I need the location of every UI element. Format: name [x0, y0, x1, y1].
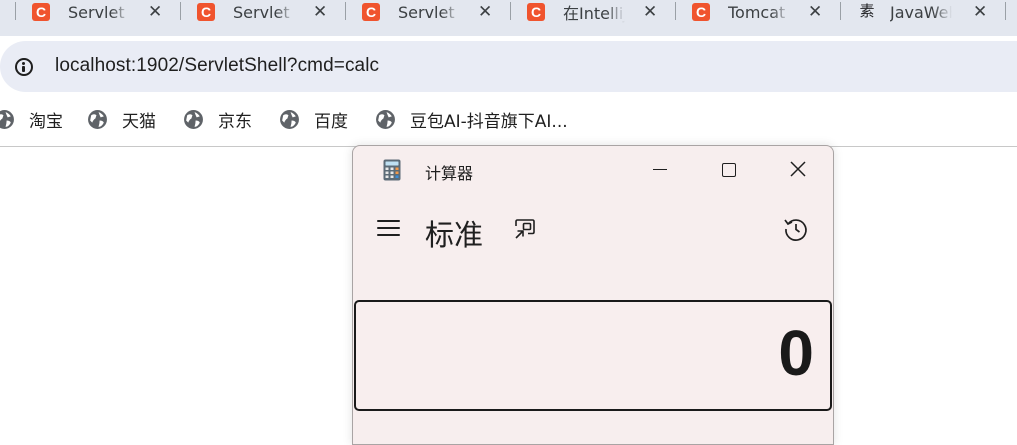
favicon-icon: C	[32, 3, 50, 21]
minimize-button[interactable]	[642, 154, 678, 186]
tab-separator	[510, 2, 511, 20]
tab-title: Servlet	[233, 2, 290, 22]
bookmark-label: 天猫	[122, 111, 156, 132]
tab-javaweb[interactable]: 素 JavaWeb	[858, 0, 952, 24]
tab-separator	[1005, 2, 1006, 20]
favicon-icon: C	[197, 3, 215, 21]
globe-icon	[88, 109, 107, 129]
url-text[interactable]: localhost:1902/ServletShell?cmd=calc	[55, 55, 379, 77]
bookmark-label: 豆包AI-抖音旗下AI...	[410, 111, 568, 132]
close-tab-icon[interactable]: ✕	[643, 0, 657, 24]
favicon-icon: C	[692, 3, 710, 21]
close-tab-icon[interactable]: ✕	[313, 0, 327, 24]
globe-icon	[0, 109, 14, 129]
mode-title: 标准	[425, 218, 484, 252]
tab-tomcat[interactable]: C Tomcat	[692, 0, 790, 24]
globe-icon	[376, 109, 395, 129]
globe-icon	[184, 109, 203, 129]
tab-separator	[180, 2, 181, 20]
close-icon	[790, 161, 806, 177]
favicon-icon: C	[527, 3, 545, 21]
hamburger-line	[377, 227, 400, 229]
hamburger-line	[377, 220, 400, 222]
tab-separator	[675, 2, 676, 20]
tab-separator	[840, 2, 841, 20]
calculator-app-icon	[383, 159, 401, 181]
close-tab-icon[interactable]: ✕	[148, 0, 162, 24]
display-value: 0	[778, 317, 814, 389]
bookmark-baidu[interactable]: 百度	[279, 108, 348, 132]
close-tab-icon[interactable]: ✕	[478, 0, 492, 24]
bookmark-doubao[interactable]: 豆包AI-抖音旗下AI...	[375, 108, 568, 132]
tab-servlet-2[interactable]: C Servlet	[197, 0, 295, 24]
tab-title: 在IntelliJ	[563, 4, 625, 23]
calculator-window: 计算器 标准 0	[352, 145, 834, 445]
site-info-icon[interactable]	[15, 58, 33, 76]
keep-on-top-icon[interactable]	[513, 217, 537, 241]
tab-title: Tomcat	[728, 2, 786, 22]
tab-servlet-1[interactable]: C Servlet	[32, 0, 130, 24]
minimize-icon	[653, 169, 667, 170]
tab-separator	[15, 2, 16, 20]
navigation-menu-button[interactable]	[377, 218, 401, 238]
window-title: 计算器	[425, 164, 474, 183]
bookmarks-bar: 淘宝 天猫 京东 百度 豆包AI-抖音旗下AI...	[0, 100, 1017, 146]
bookmark-tmall[interactable]: 天猫	[87, 108, 156, 132]
result-display: 0	[354, 300, 832, 411]
favicon-icon: 素	[859, 3, 875, 20]
close-window-button[interactable]	[780, 154, 816, 186]
maximize-icon	[722, 163, 736, 177]
history-icon[interactable]	[783, 216, 809, 242]
close-tab-icon[interactable]: ✕	[808, 0, 822, 24]
close-tab-icon[interactable]: ✕	[973, 0, 987, 24]
bookmark-label: 京东	[218, 111, 252, 132]
tab-intellij[interactable]: C 在IntelliJ	[527, 0, 625, 24]
bookmark-label: 百度	[314, 111, 348, 132]
bookmark-label: 淘宝	[29, 111, 63, 132]
bookmark-taobao[interactable]: 淘宝	[0, 108, 63, 132]
hamburger-line	[377, 234, 400, 236]
bookmark-jd[interactable]: 京东	[183, 108, 252, 132]
tab-title: Servlet	[68, 2, 125, 22]
tab-title: JavaWeb	[890, 2, 952, 22]
maximize-button[interactable]	[711, 154, 747, 186]
tab-separator	[345, 2, 346, 20]
favicon-icon: C	[362, 3, 380, 21]
tab-title: Servlet	[398, 2, 455, 22]
tab-strip: C Servlet ✕ C Servlet ✕ C Servlet ✕ C 在I…	[0, 0, 1017, 36]
tab-servlet-3[interactable]: C Servlet	[362, 0, 460, 24]
globe-icon	[280, 109, 299, 129]
